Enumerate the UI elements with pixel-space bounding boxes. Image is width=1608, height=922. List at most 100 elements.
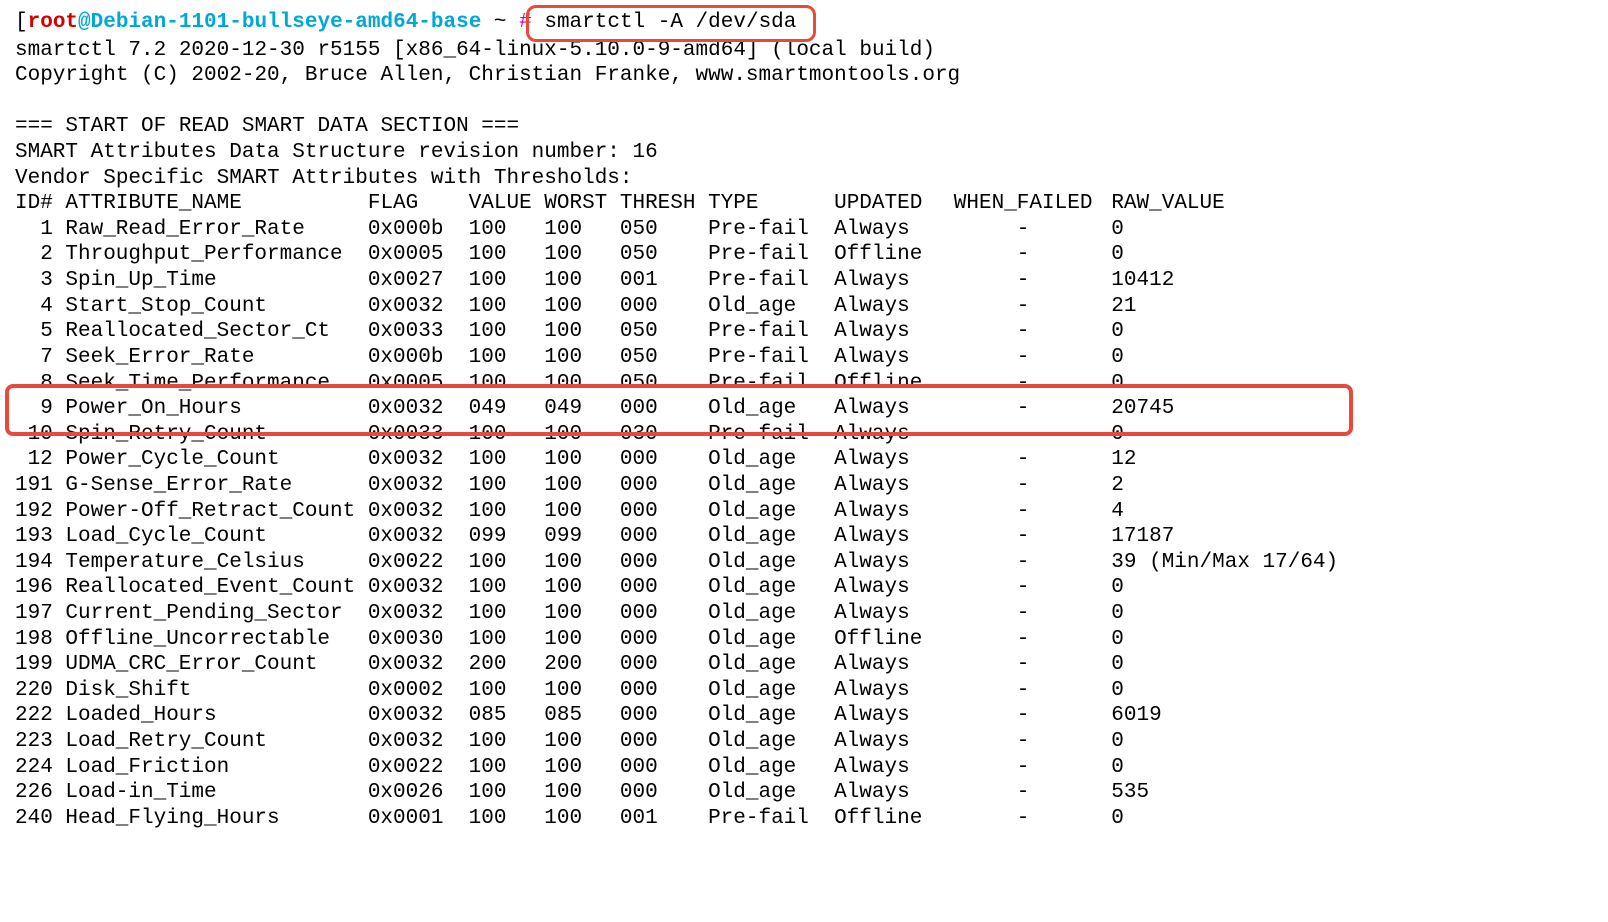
cell-value: 099 bbox=[469, 524, 545, 550]
cell-thresh: 000 bbox=[620, 473, 708, 499]
cell-type: Old_age bbox=[708, 499, 834, 525]
cell-type: Pre-fail bbox=[708, 345, 834, 371]
cell-raw: 0 bbox=[1099, 652, 1124, 678]
cell-flag: 0x0032 bbox=[368, 294, 469, 320]
cell-type: Old_age bbox=[708, 601, 834, 627]
cell-flag: 0x0033 bbox=[368, 422, 469, 448]
cell-thresh: 000 bbox=[620, 499, 708, 525]
cell-worst: 100 bbox=[544, 371, 620, 397]
cell-updated: Always bbox=[834, 524, 947, 550]
cell-raw: 4 bbox=[1099, 499, 1124, 525]
cell-value: 100 bbox=[469, 319, 545, 345]
cell-raw: 21 bbox=[1099, 294, 1137, 320]
banner-line-1: smartctl 7.2 2020-12-30 r5155 [x86_64-li… bbox=[15, 38, 1593, 64]
cell-id: 223 bbox=[15, 729, 53, 755]
cell-updated: Offline bbox=[834, 371, 947, 397]
cell-type: Old_age bbox=[708, 447, 834, 473]
cell-worst: 100 bbox=[544, 627, 620, 653]
cell-type: Pre-fail bbox=[708, 806, 834, 832]
cell-name: Spin_Retry_Count bbox=[53, 422, 368, 448]
cell-value: 100 bbox=[469, 499, 545, 525]
cell-thresh: 000 bbox=[620, 550, 708, 576]
cell-name: Disk_Shift bbox=[53, 678, 368, 704]
prompt-at: @ bbox=[78, 11, 91, 34]
cell-name: Reallocated_Sector_Ct bbox=[53, 319, 368, 345]
cell-when: - bbox=[947, 627, 1098, 653]
cell-flag: 0x0002 bbox=[368, 678, 469, 704]
cell-name: Start_Stop_Count bbox=[53, 294, 368, 320]
header-thresh: THRESH bbox=[620, 191, 708, 217]
cell-raw: 0 bbox=[1099, 601, 1124, 627]
cell-value: 100 bbox=[469, 294, 545, 320]
cell-flag: 0x0005 bbox=[368, 242, 469, 268]
cell-name: Seek_Error_Rate bbox=[53, 345, 368, 371]
cell-value: 100 bbox=[469, 422, 545, 448]
banner-line-2: Copyright (C) 2002-20, Bruce Allen, Chri… bbox=[15, 63, 1593, 89]
cell-flag: 0x0032 bbox=[368, 473, 469, 499]
cell-value: 200 bbox=[469, 652, 545, 678]
table-row: 193Load_Cycle_Count0x0032099099000Old_ag… bbox=[15, 524, 1593, 550]
table-row: 224Load_Friction0x0022100100000Old_ageAl… bbox=[15, 755, 1593, 781]
cell-thresh: 050 bbox=[620, 319, 708, 345]
cell-updated: Always bbox=[834, 652, 947, 678]
table-row: 1Raw_Read_Error_Rate0x000b100100050Pre-f… bbox=[15, 217, 1593, 243]
cell-updated: Offline bbox=[834, 806, 947, 832]
cell-worst: 100 bbox=[544, 806, 620, 832]
cell-type: Pre-fail bbox=[708, 422, 834, 448]
cell-when: - bbox=[947, 447, 1098, 473]
cell-type: Old_age bbox=[708, 729, 834, 755]
cell-thresh: 000 bbox=[620, 575, 708, 601]
cell-flag: 0x0032 bbox=[368, 575, 469, 601]
smart-attributes-table: ID#ATTRIBUTE_NAMEFLAGVALUEWORSTTHRESHTYP… bbox=[15, 191, 1593, 831]
cell-worst: 100 bbox=[544, 473, 620, 499]
cell-raw: 20745 bbox=[1099, 396, 1175, 422]
cell-id: 191 bbox=[15, 473, 53, 499]
cell-raw: 2 bbox=[1099, 473, 1124, 499]
cell-value: 100 bbox=[469, 242, 545, 268]
cell-flag: 0x0027 bbox=[368, 268, 469, 294]
cell-value: 100 bbox=[469, 806, 545, 832]
cell-id: 9 bbox=[15, 396, 53, 422]
cell-when: - bbox=[947, 806, 1098, 832]
table-row: 194Temperature_Celsius0x0022100100000Old… bbox=[15, 550, 1593, 576]
cell-id: 192 bbox=[15, 499, 53, 525]
cell-worst: 049 bbox=[544, 396, 620, 422]
cell-worst: 100 bbox=[544, 575, 620, 601]
shell-prompt[interactable]: [root@Debian-1101-bullseye-amd64-base ~ … bbox=[15, 10, 1593, 36]
cell-raw: 6019 bbox=[1099, 703, 1162, 729]
cell-id: 196 bbox=[15, 575, 53, 601]
cell-when: - bbox=[947, 755, 1098, 781]
cell-flag: 0x000b bbox=[368, 217, 469, 243]
cell-id: 194 bbox=[15, 550, 53, 576]
cell-worst: 100 bbox=[544, 422, 620, 448]
table-body: 1Raw_Read_Error_Rate0x000b100100050Pre-f… bbox=[15, 217, 1593, 832]
cell-flag: 0x0030 bbox=[368, 627, 469, 653]
cell-name: Loaded_Hours bbox=[53, 703, 368, 729]
table-row: 12Power_Cycle_Count0x0032100100000Old_ag… bbox=[15, 447, 1593, 473]
cell-when: - bbox=[947, 242, 1098, 268]
blank-line bbox=[15, 89, 1593, 115]
cell-worst: 085 bbox=[544, 703, 620, 729]
cell-value: 049 bbox=[469, 396, 545, 422]
cell-updated: Always bbox=[834, 268, 947, 294]
cell-flag: 0x0032 bbox=[368, 396, 469, 422]
cell-value: 100 bbox=[469, 575, 545, 601]
cell-id: 12 bbox=[15, 447, 53, 473]
cell-updated: Always bbox=[834, 780, 947, 806]
cell-updated: Always bbox=[834, 755, 947, 781]
cell-when: - bbox=[947, 652, 1098, 678]
cell-updated: Always bbox=[834, 550, 947, 576]
cell-name: Seek_Time_Performance bbox=[53, 371, 368, 397]
header-worst: WORST bbox=[544, 191, 620, 217]
cell-when: - bbox=[947, 729, 1098, 755]
cell-when: - bbox=[947, 499, 1098, 525]
cell-raw: 0 bbox=[1099, 319, 1124, 345]
bracket-open: [ bbox=[15, 11, 28, 34]
cell-thresh: 000 bbox=[620, 627, 708, 653]
cell-value: 100 bbox=[469, 217, 545, 243]
cell-type: Old_age bbox=[708, 473, 834, 499]
cell-when: - bbox=[947, 780, 1098, 806]
cell-thresh: 000 bbox=[620, 601, 708, 627]
cell-value: 100 bbox=[469, 678, 545, 704]
cell-raw: 0 bbox=[1099, 575, 1124, 601]
